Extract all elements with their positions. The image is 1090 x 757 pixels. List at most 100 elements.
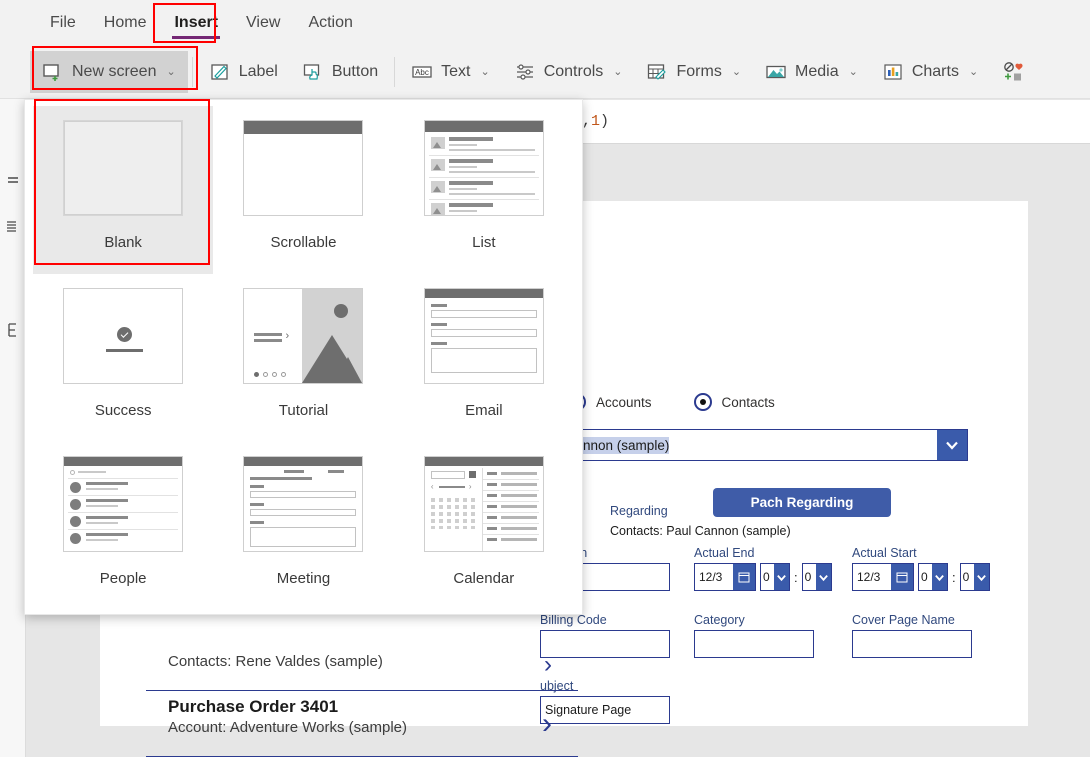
template-meeting-thumbnail xyxy=(243,456,364,552)
new-screen-dropdown-panel[interactable]: Blank Scrollable List Success › Tutorial… xyxy=(24,99,583,615)
actual-end-hour-select[interactable]: 0 xyxy=(760,563,790,591)
template-scrollable[interactable]: Scrollable xyxy=(213,106,393,274)
combobox-chevron-down-icon[interactable] xyxy=(937,430,967,460)
gallery-row-1[interactable]: Contacts: Rene Valdes (sample) › xyxy=(146,651,578,691)
ribbon-command-bar: New screen ⌄ Label Button Abc Text ⌄ Con… xyxy=(0,45,1090,99)
button-button[interactable]: Button xyxy=(290,51,390,93)
chevron-right-icon[interactable]: › xyxy=(544,653,552,677)
tree-view-icon[interactable] xyxy=(0,159,26,205)
template-meeting[interactable]: Meeting xyxy=(213,442,393,610)
template-list-thumbnail xyxy=(423,120,544,216)
tab-file[interactable]: File xyxy=(36,0,90,45)
svg-text:Abc: Abc xyxy=(415,68,429,77)
chevron-down-icon[interactable] xyxy=(973,564,989,590)
field-actual-start-controls: 12/3 0 : 0 xyxy=(852,563,990,591)
template-meeting-label: Meeting xyxy=(276,570,331,587)
template-email[interactable]: Email xyxy=(394,274,574,442)
tab-action-label: Action xyxy=(308,13,353,31)
button-button-label: Button xyxy=(331,62,379,80)
gallery-row-2[interactable]: Purchase Order 3401 Account: Adventure W… xyxy=(146,691,578,757)
record-combobox[interactable]: aul Cannon (sample) xyxy=(540,429,968,461)
tab-insert[interactable]: Insert xyxy=(160,0,232,45)
tab-action[interactable]: Action xyxy=(294,0,366,45)
label-button[interactable]: Label xyxy=(197,51,290,93)
template-blank[interactable]: Blank xyxy=(33,106,214,274)
field-category: Category xyxy=(694,613,814,658)
tab-view-label: View xyxy=(246,13,281,31)
radio-accounts-label: Accounts xyxy=(596,394,652,410)
gallery-row-2-subtitle: Account: Adventure Works (sample) xyxy=(168,719,407,736)
ribbon-tab-strip: File Home Insert View Action xyxy=(0,0,1090,45)
template-success[interactable]: Success xyxy=(33,274,213,442)
field-actual-end-controls: 12/3 0 : 0 xyxy=(694,563,832,591)
template-tutorial-label: Tutorial xyxy=(278,402,329,419)
template-list[interactable]: List xyxy=(394,106,574,274)
ribbon-divider xyxy=(394,56,396,87)
regarding-block: Regarding Contacts: Paul Cannon (sample) xyxy=(610,504,791,538)
text-menu-label: Text xyxy=(441,62,471,80)
chevron-right-icon[interactable]: › xyxy=(542,708,552,739)
template-calendar-thumbnail: ‹ › xyxy=(423,456,544,552)
tab-home-label: Home xyxy=(103,13,147,31)
thumbnail-view-icon[interactable] xyxy=(0,205,26,251)
calendar-icon[interactable] xyxy=(891,564,913,590)
controls-sliders-icon xyxy=(514,61,536,83)
media-menu-button[interactable]: Media ⌄ xyxy=(753,51,870,93)
field-cover-page-name-input[interactable] xyxy=(852,630,972,658)
field-cover-page-name: Cover Page Name xyxy=(852,613,972,658)
formula-bar[interactable]: , 1 ) xyxy=(578,99,1090,144)
template-tutorial-thumbnail: › xyxy=(243,288,364,384)
media-picture-icon xyxy=(765,61,787,83)
chevron-down-icon: ⌄ xyxy=(848,66,858,78)
actual-start-date-input[interactable]: 12/3 xyxy=(852,563,914,591)
chevron-down-icon: ⌄ xyxy=(166,66,176,78)
template-calendar[interactable]: ‹ › Calendar xyxy=(394,442,574,610)
formula-text-fragment: , xyxy=(582,113,592,130)
charts-menu-button[interactable]: Charts ⌄ xyxy=(870,51,990,93)
radio-contacts[interactable] xyxy=(693,393,712,411)
template-list-label: List xyxy=(472,234,496,251)
add-restricted-icon xyxy=(1002,61,1024,83)
overflow-add-button[interactable] xyxy=(990,51,1024,93)
formula-number-fragment: 1 xyxy=(591,113,601,130)
actual-end-minute-select[interactable]: 0 xyxy=(801,563,832,591)
template-tutorial[interactable]: › Tutorial xyxy=(213,274,393,442)
tab-file-label: File xyxy=(50,13,76,31)
field-actual-start: Actual Start 12/3 0 : 0 xyxy=(852,546,990,591)
tab-home[interactable]: Home xyxy=(90,0,161,45)
controls-menu-button[interactable]: Controls ⌄ xyxy=(502,51,635,93)
forms-grid-icon xyxy=(646,61,668,83)
actual-start-date-value: 12/3 xyxy=(857,570,881,584)
record-combobox-value-wrap: aul Cannon (sample) xyxy=(541,430,937,460)
new-screen-icon xyxy=(42,61,64,83)
field-actual-end-label: Actual End xyxy=(694,546,755,560)
record-type-radio-group[interactable]: Accounts Contacts xyxy=(568,393,775,411)
new-screen-label: New screen xyxy=(72,62,157,80)
chevron-down-icon: ⌄ xyxy=(480,66,490,78)
actual-start-hour-select[interactable]: 0 xyxy=(918,563,948,591)
text-menu-button[interactable]: Abc Text ⌄ xyxy=(399,51,502,93)
chevron-down-icon[interactable] xyxy=(932,564,947,590)
field-category-input[interactable] xyxy=(694,630,814,658)
tab-view[interactable]: View xyxy=(232,0,294,45)
template-email-thumbnail xyxy=(423,288,544,384)
new-screen-button[interactable]: New screen ⌄ xyxy=(30,50,188,93)
calendar-icon[interactable] xyxy=(733,564,755,590)
chevron-down-icon[interactable] xyxy=(774,564,789,590)
field-category-label: Category xyxy=(694,613,745,627)
chevron-down-icon[interactable] xyxy=(815,564,831,590)
template-people-label: People xyxy=(99,570,147,587)
template-email-label: Email xyxy=(465,402,503,419)
data-icon[interactable] xyxy=(0,307,26,353)
template-blank-label: Blank xyxy=(104,234,142,251)
button-hand-icon xyxy=(302,61,324,83)
template-success-label: Success xyxy=(94,402,152,419)
radio-contacts-label: Contacts xyxy=(721,394,775,410)
time-colon-separator: : xyxy=(794,569,798,585)
actual-end-date-input[interactable]: 12/3 xyxy=(694,563,756,591)
actual-start-minute-select[interactable]: 0 xyxy=(959,563,990,591)
actual-start-hour-value: 0 xyxy=(921,570,928,584)
left-navigation-rail xyxy=(0,99,26,757)
template-people[interactable]: People xyxy=(33,442,213,610)
forms-menu-button[interactable]: Forms ⌄ xyxy=(634,51,753,93)
